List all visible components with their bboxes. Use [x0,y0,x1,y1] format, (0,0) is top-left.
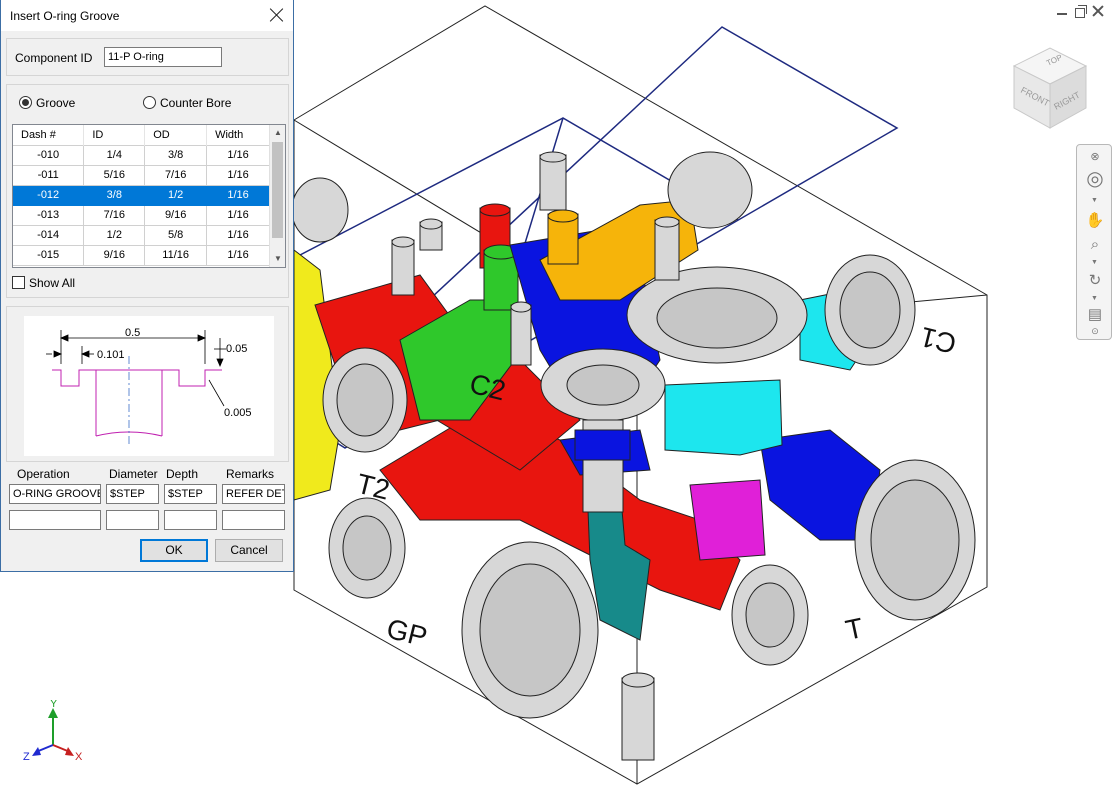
axis-x-label: X [75,751,83,763]
orbit-icon[interactable]: ↻ [1085,271,1105,291]
counter-bore-radio[interactable] [143,96,156,109]
depth-label: Depth [166,467,199,481]
dim-radius-text: 0.005 [224,407,252,419]
counter-bore-radio-label[interactable]: Counter Bore [160,96,231,110]
depth-field[interactable]: $STEP [164,484,217,504]
chevron-down-icon[interactable]: ▼ [1091,295,1098,302]
column-header-width[interactable]: Width [206,125,270,145]
operation-field-2[interactable] [9,510,101,530]
table-header-row: Dash # ID OD Width [13,125,270,145]
diameter-field-2[interactable] [106,510,159,530]
cell-dash: -015 [13,244,85,266]
cell-od: 1/2 [144,184,208,206]
cell-od: 11/16 [144,244,208,266]
cell-od: 9/16 [144,204,208,226]
dim-outer-text: 0.5 [125,327,140,339]
restore-icon[interactable] [1073,4,1087,18]
table-row[interactable]: -014 1/2 5/8 1/16 [13,224,270,246]
column-header-od[interactable]: OD [144,125,208,145]
pan-hand-icon[interactable]: ✋ [1085,211,1105,231]
scroll-down-icon[interactable]: ▼ [270,251,286,267]
table-row[interactable]: -015 9/16 11/16 1/16 [13,244,270,266]
scroll-up-icon[interactable]: ▲ [270,125,286,141]
cell-width: 1/16 [206,224,270,246]
steering-wheel-icon[interactable]: ◎ [1085,169,1105,189]
cell-dash: -012 [13,184,85,206]
view-icon[interactable]: ▤ [1085,305,1105,325]
cell-width: 1/16 [206,184,270,206]
cell-id: 1/4 [83,144,146,166]
component-id-group: Component ID 11-P O-ring [6,38,289,76]
groove-radio-label[interactable]: Groove [36,96,75,110]
table-row[interactable]: -013 7/16 9/16 1/16 [13,204,270,226]
magenta-passage [689,479,766,561]
table-row[interactable]: -010 1/4 3/8 1/16 [13,144,270,166]
groove-profile-figure: 0.5 0.101 0.05 0.005 [24,316,274,456]
cell-id: 3/8 [83,184,146,206]
chevron-down-icon[interactable]: ▼ [1091,197,1098,204]
column-header-id[interactable]: ID [83,125,146,145]
diameter-field[interactable]: $STEP [106,484,159,504]
table-scrollbar[interactable]: ▲ ▼ [269,125,285,267]
chevron-down-icon[interactable]: ▼ [1091,259,1098,266]
cell-id: 1/2 [83,224,146,246]
minimize-icon[interactable] [1055,4,1069,18]
dialog-title-bar[interactable]: Insert O-ring Groove [1,0,293,31]
dialog-title: Insert O-ring Groove [10,9,120,23]
cell-id: 5/16 [83,164,146,186]
port-label-gp: GP [384,613,431,653]
cell-od: 7/16 [144,164,208,186]
table-row-selected[interactable]: -012 3/8 1/2 1/16 [13,184,270,206]
cell-dash: -014 [13,224,85,246]
cancel-button[interactable]: Cancel [215,539,283,562]
zoom-icon[interactable]: ⌕ [1085,235,1105,255]
navigation-bar: ⊗ ◎ ▼ ✋ ⌕ ▼ ↻ ▼ ▤ ⊙ [1076,144,1112,340]
diameter-label: Diameter [109,467,158,481]
nav-settings-icon[interactable]: ⊙ [1085,325,1105,337]
nav-bar-close-icon[interactable]: ⊗ [1085,147,1105,167]
dim-depth-text: 0.05 [226,343,247,355]
axis-triad: Y Z X [23,700,83,763]
remarks-field-2[interactable] [222,510,285,530]
cell-od: 5/8 [144,224,208,246]
port-label-c1: C1 [917,321,959,360]
port-label-t: T [843,612,866,646]
insert-oring-groove-dialog: Insert O-ring Groove Component ID 11-P O… [0,0,294,572]
component-id-label: Component ID [15,51,93,65]
cell-width: 1/16 [206,204,270,226]
column-header-dash[interactable]: Dash # [13,125,85,145]
cell-id: 9/16 [83,244,146,266]
dim-inner-text: 0.101 [97,349,125,361]
cell-id: 7/16 [83,204,146,226]
close-viewport-icon[interactable] [1091,4,1105,18]
cell-width: 1/16 [206,244,270,266]
groove-radio[interactable] [19,96,32,109]
scroll-thumb[interactable] [272,142,283,238]
window-controls [1055,4,1105,18]
cell-dash: -013 [13,204,85,226]
remarks-field[interactable]: REFER DET [222,484,285,504]
show-all-checkbox[interactable] [12,276,25,289]
depth-field-2[interactable] [164,510,217,530]
component-id-field[interactable]: 11-P O-ring [104,47,222,67]
view-cube[interactable]: TOP FRONT RIGHT [1008,44,1090,134]
remarks-label: Remarks [226,467,275,481]
axis-z-label: Z [23,751,30,763]
show-all-label[interactable]: Show All [29,276,75,290]
axis-y-label: Y [50,700,58,710]
ok-button[interactable]: OK [140,539,208,562]
cell-width: 1/16 [206,164,270,186]
table-row[interactable]: -011 5/16 7/16 1/16 [13,164,270,186]
close-icon[interactable] [269,7,285,23]
cell-dash: -010 [13,144,85,166]
cell-dash: -011 [13,164,85,186]
cell-od: 3/8 [144,144,208,166]
operation-field[interactable]: O-RING GROOVE [9,484,101,504]
cell-width: 1/16 [206,144,270,166]
dash-size-table[interactable]: Dash # ID OD Width -010 1/4 3/8 1/16 -01… [12,124,286,268]
operation-label: Operation [17,467,70,481]
